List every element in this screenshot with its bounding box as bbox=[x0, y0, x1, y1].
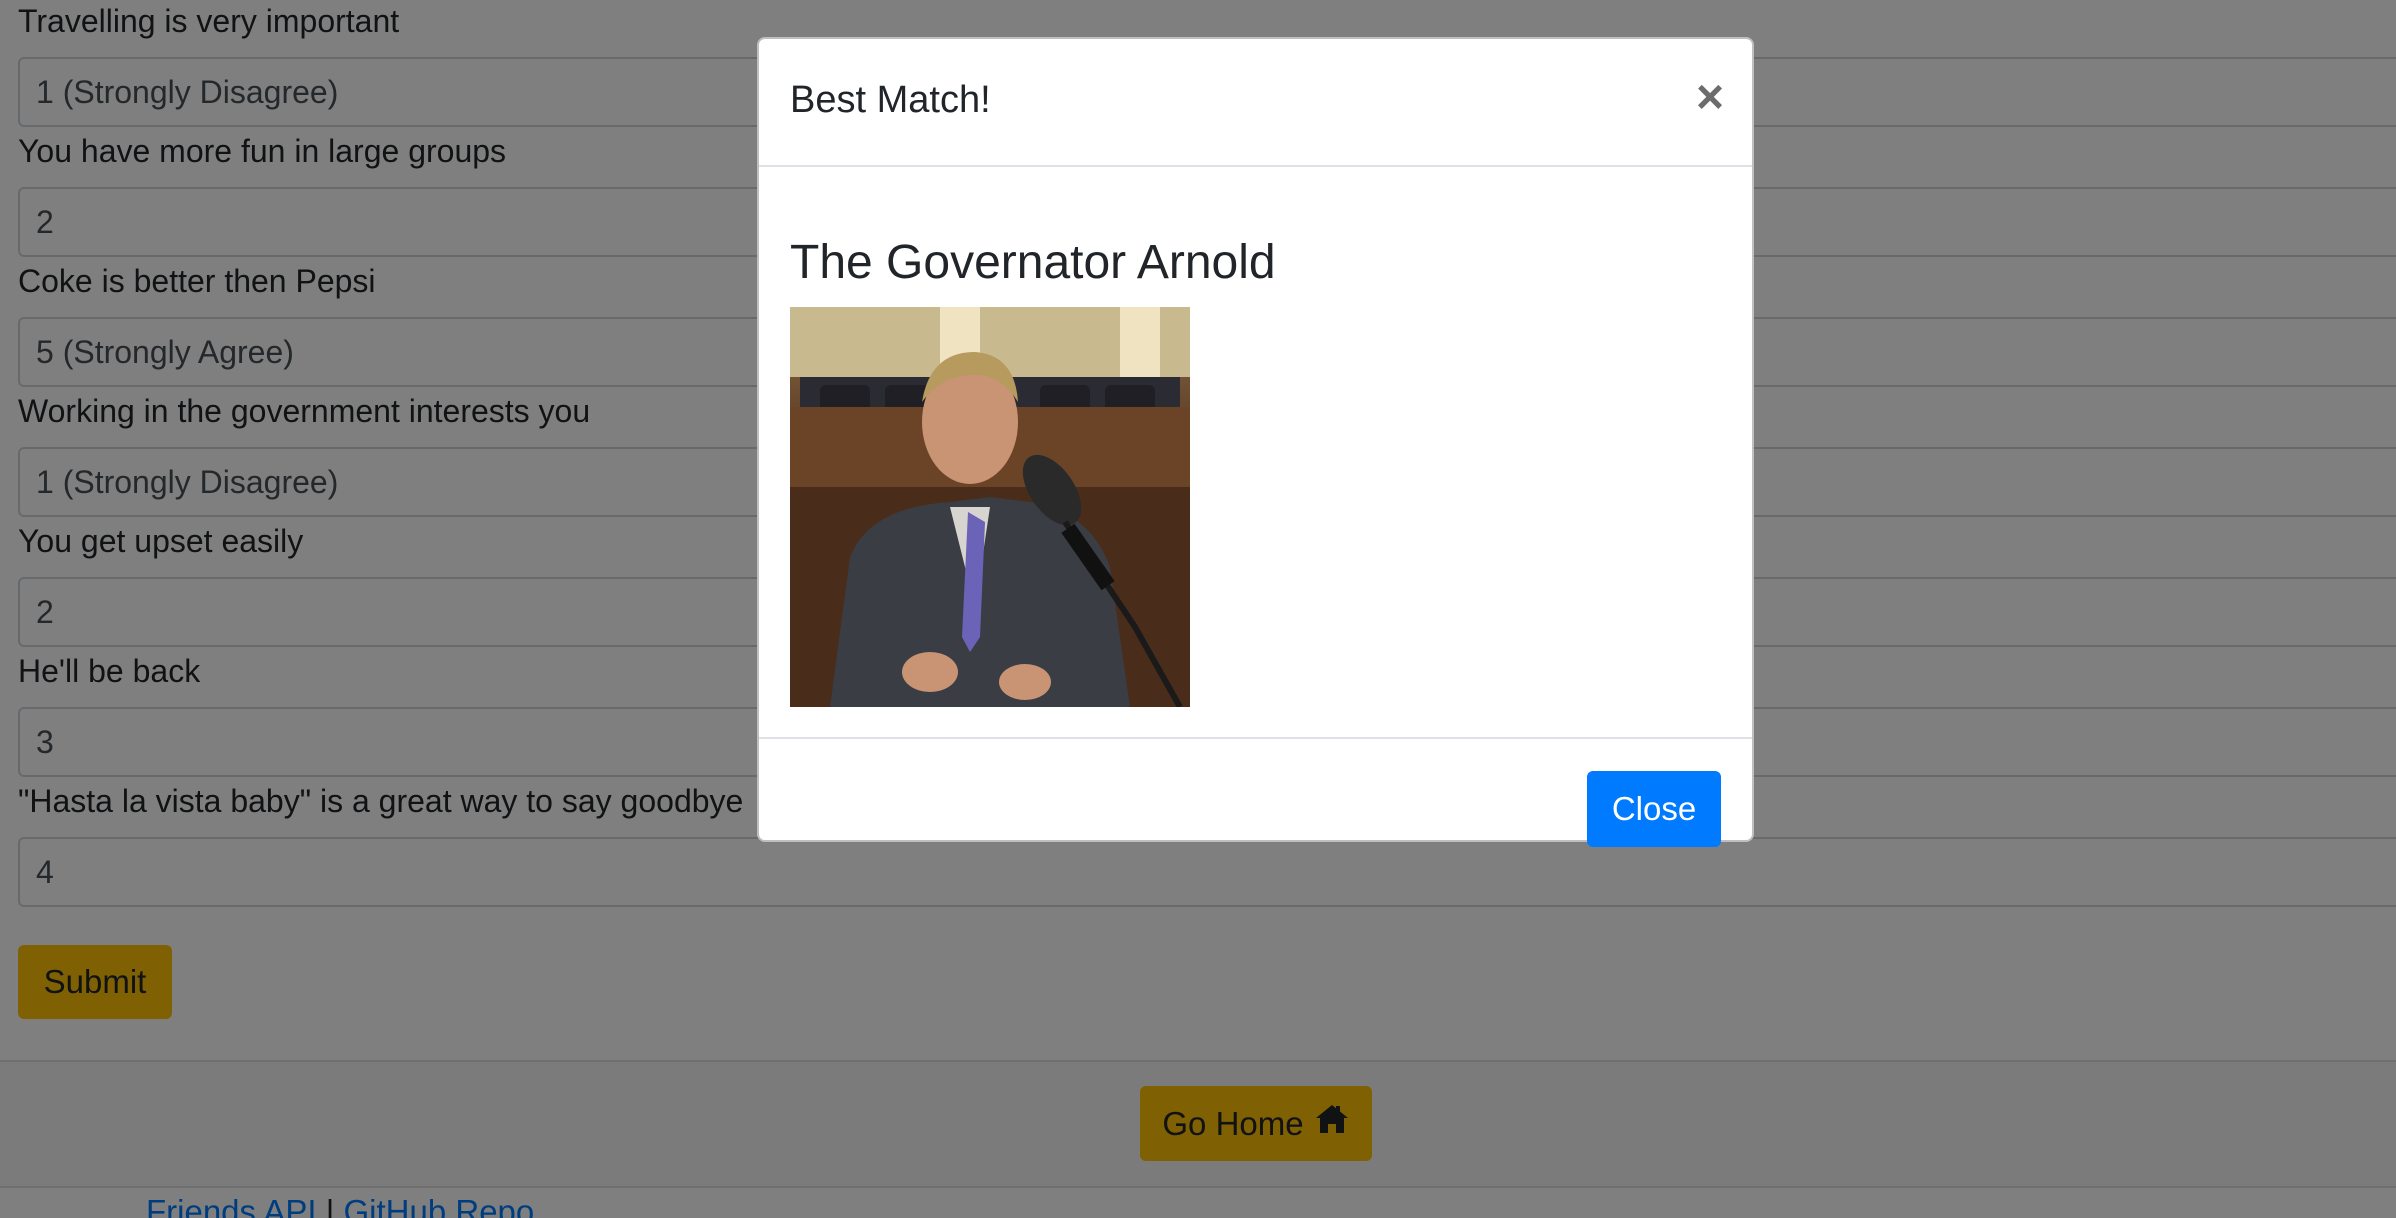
modal-footer: Close bbox=[759, 737, 1752, 847]
close-button[interactable]: Close bbox=[1587, 771, 1721, 847]
match-name: The Governator Arnold bbox=[790, 236, 1276, 289]
page: Travelling is very important 1 (Strongly… bbox=[0, 0, 2396, 1218]
match-photo bbox=[790, 307, 1190, 712]
modal-title: Best Match! bbox=[790, 79, 991, 121]
modal-header: Best Match! × bbox=[759, 39, 1752, 167]
best-match-modal: Best Match! × The Governator Arnold Clos… bbox=[757, 37, 1754, 847]
modal-body: The Governator Arnold bbox=[790, 167, 1721, 737]
close-icon[interactable]: × bbox=[1696, 74, 1724, 122]
